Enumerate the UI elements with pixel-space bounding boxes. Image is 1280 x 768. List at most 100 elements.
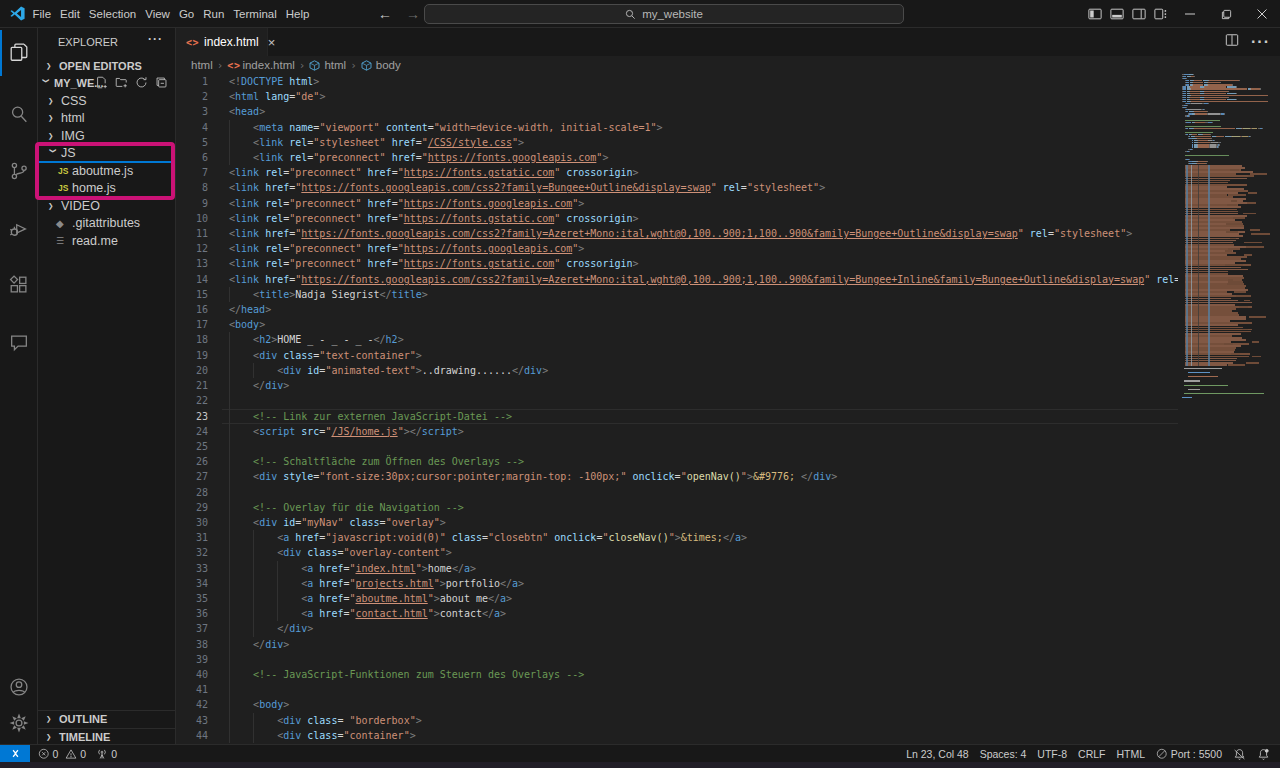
timeline-section[interactable]: ❯ TIMELINE xyxy=(38,728,176,746)
maximize-button[interactable] xyxy=(1208,0,1244,28)
desktop-edge-strip xyxy=(0,762,1280,768)
html-file-icon: <> xyxy=(227,60,240,71)
close-window-button[interactable] xyxy=(1244,0,1280,28)
outline-section[interactable]: ❯ OUTLINE xyxy=(38,710,176,728)
menu-edit[interactable]: Edit xyxy=(56,4,85,24)
js-file-icon: JS xyxy=(58,166,72,176)
toggle-secondary-sidebar-icon[interactable] xyxy=(1128,0,1150,28)
toggle-panel-icon[interactable] xyxy=(1106,0,1128,28)
language-status[interactable]: HTML xyxy=(1117,748,1146,760)
port-status[interactable]: Port : 5500 xyxy=(1156,748,1222,760)
breadcrumb-item-html[interactable]: html xyxy=(309,59,346,71)
js-file-icon: JS xyxy=(58,183,72,193)
minimize-button[interactable] xyxy=(1172,0,1208,28)
tab-close-icon[interactable]: × xyxy=(268,35,276,50)
tree-item-css[interactable]: ❯CSS xyxy=(38,92,176,110)
code-line-18: 18 <h2>HOME _ - _ - _ -</h2> xyxy=(177,332,1280,347)
warning-count: 0 xyxy=(80,748,86,760)
code-line-27: 27 <div style="font-size:30px;cursor:poi… xyxy=(177,469,1280,484)
problems-status[interactable]: 0 0 xyxy=(38,748,86,760)
search-view-icon[interactable] xyxy=(0,90,38,138)
code-line-12: 12<link rel="preconnect" href="https://f… xyxy=(177,241,1280,256)
do-not-disturb-icon[interactable] xyxy=(1233,748,1246,761)
notifications-bell-icon[interactable] xyxy=(1257,748,1270,761)
chat-icon[interactable] xyxy=(0,318,38,366)
code-line-17: 17<body> xyxy=(177,317,1280,332)
new-folder-icon[interactable] xyxy=(115,76,128,91)
code-line-36: 36 <a href="contact.html">contact</a> xyxy=(177,606,1280,621)
eol-status[interactable]: CRLF xyxy=(1078,748,1105,760)
symbol-cube-icon xyxy=(361,60,376,71)
explorer-sidebar: EXPLORER ··· ❯ OPEN EDITORS ❯ MY_WE... ❯… xyxy=(38,28,176,744)
tree-item--gitattributes[interactable]: ◆.gitattributes xyxy=(38,215,176,233)
collapse-folders-icon[interactable] xyxy=(155,76,168,91)
tree-item-js[interactable]: ❯JS xyxy=(38,145,176,163)
code-line-3: 3<head> xyxy=(177,104,1280,119)
tree-item-home-js[interactable]: JShome.js xyxy=(38,180,176,198)
code-line-22: 22 xyxy=(177,393,1280,408)
code-line-9: 9<link rel="preconnect" href="https://fo… xyxy=(177,196,1280,211)
split-editor-icon[interactable] xyxy=(1225,33,1239,51)
spaces-status[interactable]: Spaces: 4 xyxy=(980,748,1027,760)
code-line-13: 13<link rel="preconnect" href="https://f… xyxy=(177,256,1280,271)
code-line-43: 43 <div class= "borderbox"> xyxy=(177,713,1280,728)
menu-selection[interactable]: Selection xyxy=(84,4,140,24)
code-line-8: 8<link href="https://fonts.googleapis.co… xyxy=(177,180,1280,195)
code-line-20: 20 <div id="animated-text">..drawing....… xyxy=(177,363,1280,378)
line-col-status[interactable]: Ln 23, Col 48 xyxy=(906,748,968,760)
toggle-sidebar-icon[interactable] xyxy=(1084,0,1106,28)
radio-tower-status[interactable]: 0 xyxy=(96,748,117,760)
explorer-icon[interactable] xyxy=(0,28,38,76)
menu-help[interactable]: Help xyxy=(281,4,314,24)
search-box[interactable]: my_website xyxy=(424,4,904,24)
open-editors-section[interactable]: ❯ OPEN EDITORS xyxy=(38,57,176,75)
code-line-25: 25 xyxy=(177,439,1280,454)
code-line-10: 10<link rel="preconnect" href="https://f… xyxy=(177,211,1280,226)
breadcrumb-item-html[interactable]: html xyxy=(191,59,213,71)
code-line-35: 35 <a href="aboutme.html">about me</a> xyxy=(177,591,1280,606)
tree-item-img[interactable]: ❯IMG xyxy=(38,127,176,145)
tree-item-html[interactable]: ❯html xyxy=(38,110,176,128)
code-line-42: 42 <body> xyxy=(177,697,1280,712)
symbol-cube-icon xyxy=(309,60,324,71)
back-arrow-icon[interactable]: ← xyxy=(378,6,392,22)
run-debug-icon[interactable] xyxy=(0,204,38,252)
explorer-more-icon[interactable]: ··· xyxy=(148,32,163,46)
code-line-40: 40 <!-- JavaScript-Funktionen zum Steuer… xyxy=(177,667,1280,682)
customize-layout-icon[interactable] xyxy=(1150,0,1172,28)
workspace-root[interactable]: ❯ MY_WE... xyxy=(38,75,176,93)
code-line-33: 33 <a href="index.html">home</a> xyxy=(177,561,1280,576)
code-line-23: 23 <!-- Link zur externen JavaScript-Dat… xyxy=(177,409,1280,424)
menu-go[interactable]: Go xyxy=(174,4,198,24)
menu-view[interactable]: View xyxy=(141,4,175,24)
breadcrumb-item-index-html[interactable]: <>index.html xyxy=(227,59,294,71)
menu-file[interactable]: File xyxy=(28,4,56,24)
code-line-37: 37 </div> xyxy=(177,621,1280,636)
editor-more-icon[interactable]: ··· xyxy=(1251,33,1270,51)
refresh-icon[interactable] xyxy=(135,76,148,91)
menu-run[interactable]: Run xyxy=(199,4,229,24)
tree-item-video[interactable]: ❯VIDEO xyxy=(38,197,176,215)
remote-button[interactable] xyxy=(0,745,30,763)
minimap[interactable] xyxy=(1178,74,1270,744)
forward-arrow-icon[interactable]: → xyxy=(406,6,420,22)
code-line-41: 41 xyxy=(177,682,1280,697)
js-folder-focus-line xyxy=(38,161,172,163)
tree-item-aboutme-js[interactable]: JSaboutme.js xyxy=(38,162,176,180)
menu-terminal[interactable]: Terminal xyxy=(229,4,281,24)
code-area[interactable]: 1<!DOCTYPE html>2<html lang="de">3<head>… xyxy=(177,74,1280,744)
source-control-icon[interactable] xyxy=(0,147,38,195)
tab-index-html[interactable]: <> index.html × xyxy=(177,28,268,56)
code-line-30: 30 <div id="myNav" class="overlay"> xyxy=(177,515,1280,530)
code-line-21: 21 </div> xyxy=(177,378,1280,393)
search-icon xyxy=(625,9,636,20)
extensions-icon[interactable] xyxy=(0,261,38,309)
title-bar: FileEditSelectionViewGoRunTerminalHelp ←… xyxy=(0,0,1280,28)
tree-item-read-me[interactable]: ☰read.me xyxy=(38,232,176,250)
code-line-44: 44 <div class="container"> xyxy=(177,728,1280,743)
encoding-status[interactable]: UTF-8 xyxy=(1037,748,1067,760)
settings-gear-icon[interactable] xyxy=(0,699,38,747)
breadcrumb-item-body[interactable]: body xyxy=(361,59,401,71)
new-file-icon[interactable] xyxy=(95,76,108,91)
code-line-39: 39 xyxy=(177,652,1280,667)
